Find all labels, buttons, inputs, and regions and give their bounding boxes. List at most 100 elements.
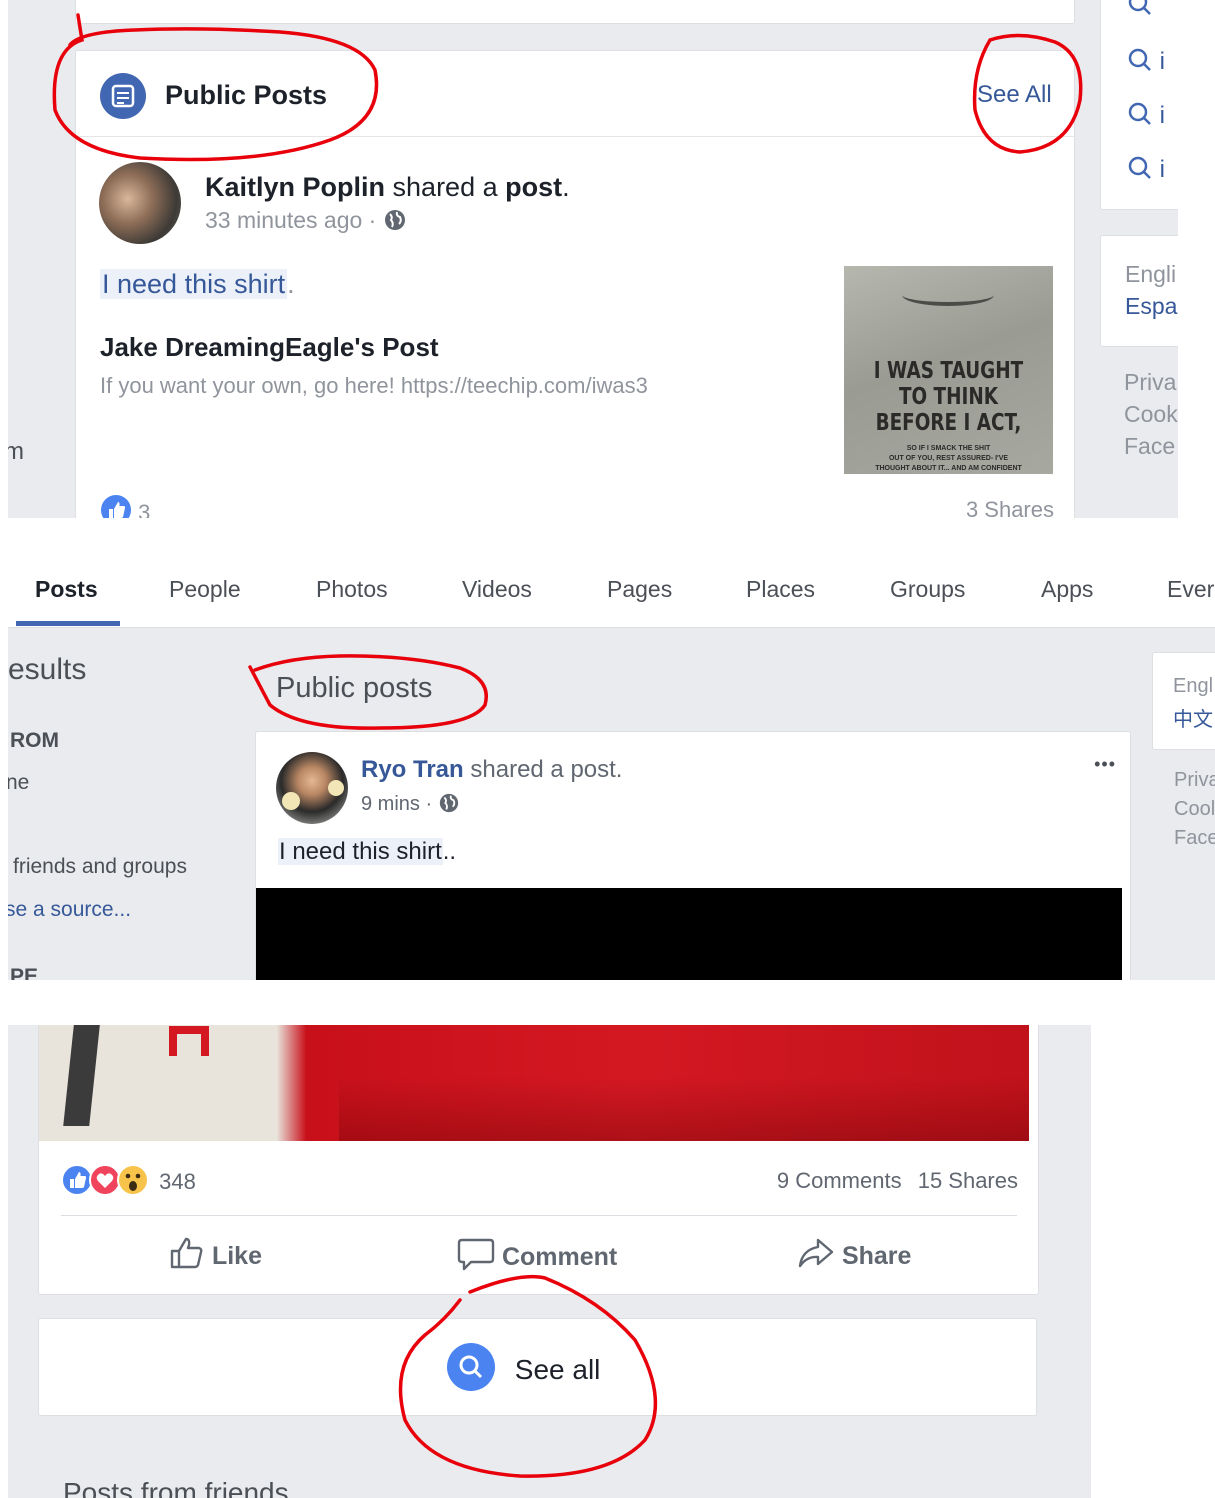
filter-anyone[interactable]: ne [8,771,29,795]
right-rail-footer: Priva Cook Face [1124,366,1178,462]
shirt-small-print: SO IF I SMACK THE SHIT OUT OF YOU, REST … [844,444,1053,474]
search-row-3[interactable]: i [1127,155,1165,188]
post-card-bottom: 348 9 Comments 15 Shares Like Comment Sh… [38,1025,1039,1295]
post-text: I need this shirt.. [278,838,456,866]
language-option[interactable]: Espa [1125,293,1177,320]
language-current: Engli [1125,261,1177,287]
search-row-1[interactable]: i [1127,47,1165,80]
reactions-summary[interactable]: 348 [61,1164,196,1202]
post-text: I need this shirt. [100,269,295,300]
like-count: 3 [138,500,151,518]
posts-icon [100,73,146,119]
see-all-card: See all [38,1318,1037,1416]
post-link[interactable]: post [505,172,562,202]
footer-link-privacy[interactable]: Priva [1174,766,1215,795]
sticker-skull-icon [282,792,300,810]
shared-post-title[interactable]: Jake DreamingEagle's Post [100,332,439,363]
shirt-small-2: OUT OF YOU, REST ASSURED- I'VE [888,455,1009,462]
see-all-link[interactable]: See All [977,81,1052,109]
globe-icon [438,792,460,820]
search-row-0[interactable] [1127,0,1153,22]
like-button[interactable]: Like [169,1236,262,1277]
language-current: Engl [1173,675,1214,697]
search-icon [447,1343,495,1391]
panel-search-results: esults ROM ne friends and groups se a so… [8,548,1215,980]
reactions-summary[interactable]: 3 [100,494,150,518]
search-row-label: i [1159,156,1166,183]
action-text: shared a post. [470,756,623,783]
footer-link-privacy[interactable]: Priva [1124,366,1178,398]
post-header-line: Kaitlyn Poplin shared a post. [205,172,570,203]
tab-videos[interactable]: Videos [462,576,532,603]
right-rail-footer: Priva Cool Face [1174,766,1215,853]
filter-choose-source[interactable]: se a source... [8,898,131,922]
post-text-highlight: I need this shirt [100,269,288,299]
post-video-media[interactable] [256,888,1122,980]
tab-events[interactable]: Ever [1167,576,1215,603]
see-all-button[interactable]: See all [447,1343,600,1391]
panel-post-footer: 348 9 Comments 15 Shares Like Comment Sh… [8,1025,1091,1498]
engagement-counts: 9 Comments 15 Shares [777,1168,1018,1194]
section-title: Public Posts [165,80,328,110]
share-arrow-icon [797,1236,835,1277]
share-button[interactable]: Share [797,1236,911,1277]
tab-posts[interactable]: Posts [35,576,98,603]
post-card: Ryo Tran shared a post. 9 mins · ••• I n… [255,731,1131,980]
filter-friends-groups[interactable]: friends and groups [13,855,187,879]
comment-label: Comment [501,1243,618,1271]
shares-count[interactable]: 15 Shares [918,1168,1018,1193]
post-header-line: Ryo Tran shared a post. [361,756,622,784]
tab-pages[interactable]: Pages [607,576,672,603]
search-row-2[interactable]: i [1127,101,1165,134]
footer-link-cookies[interactable]: Cook [1124,398,1178,430]
results-heading: esults [8,653,87,686]
footer-link-facebook[interactable]: Face [1174,824,1215,853]
search-icon [1127,0,1153,22]
avatar[interactable] [99,162,181,244]
post-time[interactable]: 33 minutes ago [205,207,362,233]
search-row-label: i [1159,102,1166,129]
shares-count[interactable]: 3 Shares [966,497,1054,518]
footer-link-facebook[interactable]: Face [1124,430,1178,462]
comment-bubble-icon [457,1236,495,1279]
public-posts-card: Public Posts See All Kaitlyn Poplin shar… [75,50,1075,518]
shared-post-description: If you want your own, go here! https://t… [100,373,648,398]
shared-image-shirt[interactable]: I WAS TAUGHT TO THINK BEFORE I ACT, SO I… [844,266,1053,474]
post-options-button[interactable]: ••• [1094,754,1116,775]
tab-people[interactable]: People [169,576,241,603]
tab-apps[interactable]: Apps [1041,576,1093,603]
search-row-label: i [1159,48,1166,75]
posts-from-friends-heading: Posts from friends [63,1477,289,1498]
post-time[interactable]: 9 mins [361,793,420,815]
tab-groups[interactable]: Groups [890,576,965,603]
wow-reaction-icon [117,1164,149,1202]
shirt-small-1: SO IF I SMACK THE SHIT [906,445,991,452]
tab-photos[interactable]: Photos [316,576,388,603]
post-photo-red-shirt[interactable] [39,1025,1029,1141]
avatar[interactable] [276,752,348,824]
left-column-fragment: m [8,438,24,465]
previous-card [75,0,1075,24]
action-end: . [562,172,570,202]
post-meta: 33 minutes ago · [205,207,407,238]
footer-link-cookies[interactable]: Cool [1174,795,1215,824]
share-label: Share [841,1242,912,1270]
tab-places[interactable]: Places [746,576,815,603]
meta-dot: · [425,793,433,815]
comment-button[interactable]: Comment [457,1236,617,1279]
comments-count[interactable]: 9 Comments [777,1168,902,1193]
divider [61,1215,1017,1216]
author-name[interactable]: Kaitlyn Poplin [205,172,385,202]
author-name[interactable]: Ryo Tran [361,756,464,783]
search-icon [1127,47,1153,80]
search-icon [1127,155,1153,188]
post-text-end: . [287,269,295,299]
like-label: Like [211,1242,262,1270]
shirt-line-2: TO THINK [898,384,999,410]
filter-from-heading: ROM [10,729,59,752]
right-rail-search-box: i i i [1100,0,1178,210]
language-option[interactable]: 中文 [1173,703,1213,732]
filter-date-heading: PE [10,965,39,980]
shirt-small-3: THOUGHT ABOUT IT... AND AM CONFIDENT [875,465,1022,472]
post-text-end: .. [442,838,457,865]
